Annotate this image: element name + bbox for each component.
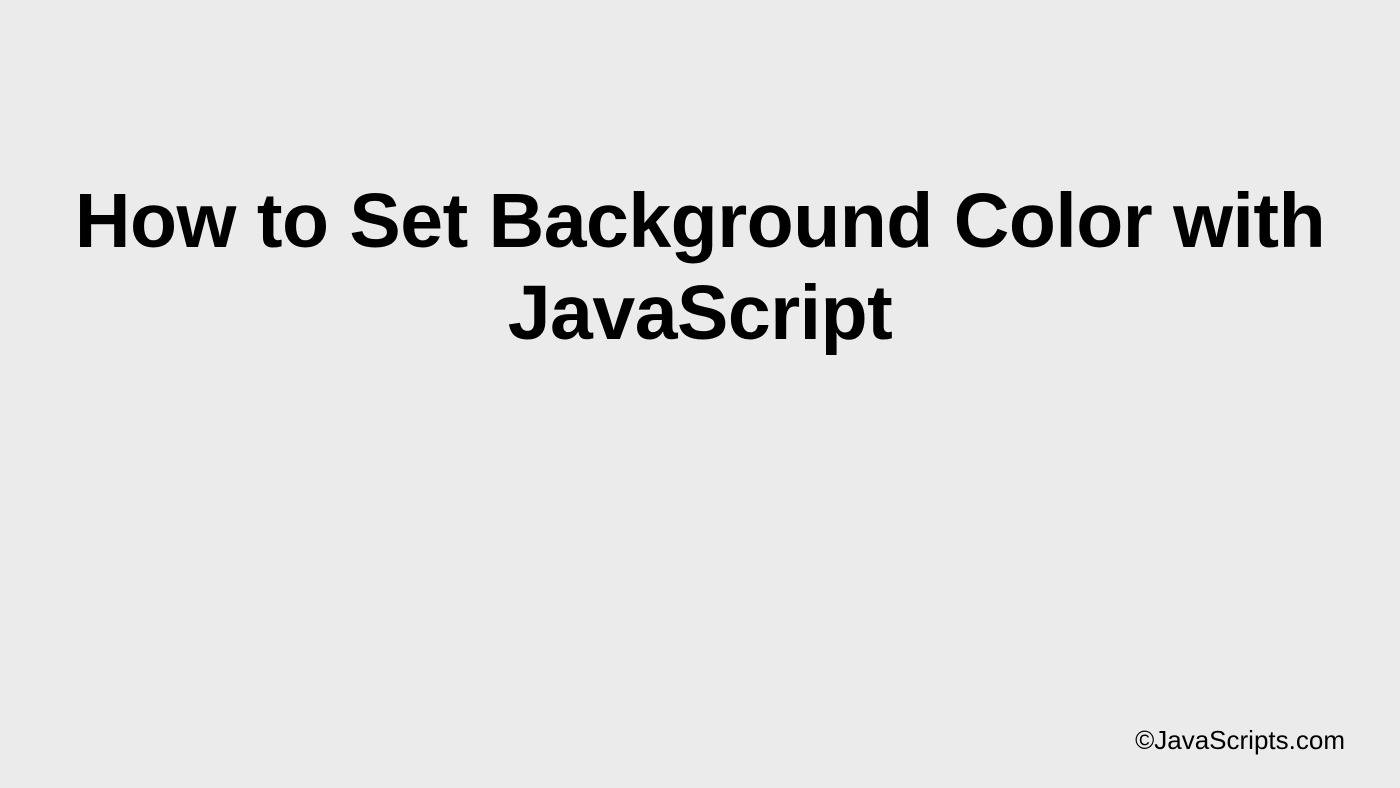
page-title: How to Set Background Color with JavaScr… (0, 175, 1400, 360)
attribution-text: ©JavaScripts.com (1135, 725, 1345, 756)
